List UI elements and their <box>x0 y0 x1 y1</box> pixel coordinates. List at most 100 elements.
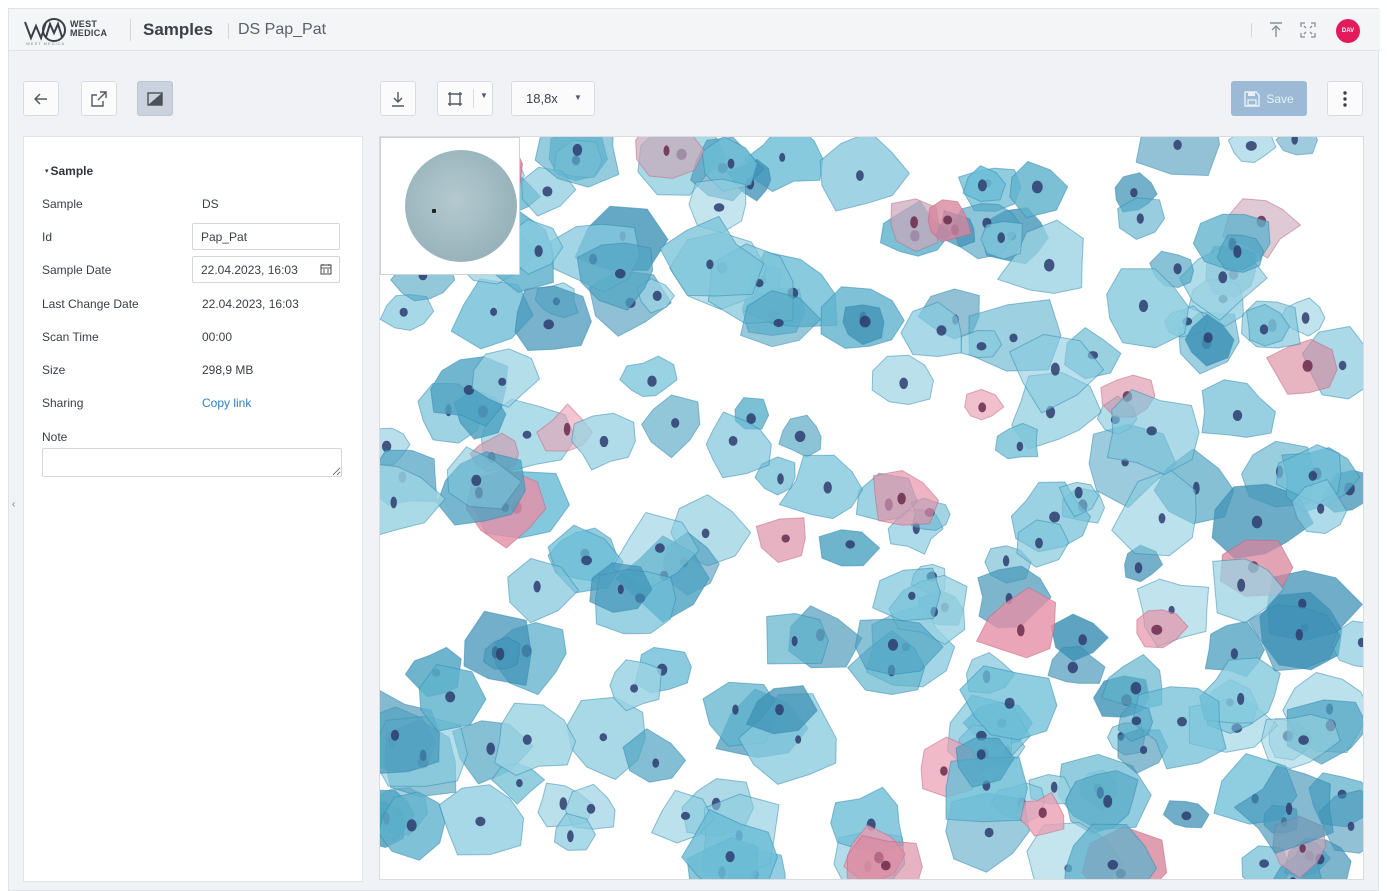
cell-nucleus <box>655 543 665 553</box>
cell-nucleus <box>908 591 916 600</box>
download-button[interactable] <box>380 81 416 116</box>
pin-top-icon[interactable] <box>1265 19 1287 41</box>
calendar-icon[interactable] <box>320 263 332 275</box>
cell-nucleus <box>1295 629 1303 641</box>
cell-nucleus <box>445 691 456 703</box>
copy-link[interactable]: Copy link <box>202 396 251 410</box>
cell-nucleus <box>1302 360 1313 372</box>
cell-nucleus <box>881 860 891 871</box>
cell-nucleus <box>1146 426 1157 436</box>
label-scan-time: Scan Time <box>42 330 99 344</box>
cell-nucleus <box>534 245 543 257</box>
cell-nucleus <box>1158 513 1166 524</box>
divider <box>228 23 229 39</box>
cell-nucleus <box>1138 299 1149 313</box>
cell-nucleus <box>516 779 523 788</box>
cell-nucleus <box>1301 312 1310 324</box>
cell <box>514 285 592 351</box>
sample-date-value: 22.04.2023, 16:03 <box>201 263 298 277</box>
cell-nucleus <box>617 584 624 595</box>
value-sample: DS <box>202 197 219 211</box>
note-textarea[interactable] <box>42 448 342 477</box>
cell-nucleus <box>671 418 680 428</box>
cell-nucleus <box>652 290 662 301</box>
cell-nucleus <box>1017 624 1025 637</box>
cell-nucleus <box>910 216 918 229</box>
cell-nucleus <box>543 319 554 330</box>
cell-nucleus <box>1130 681 1142 695</box>
cell-nucleus <box>887 638 899 651</box>
cell-nucleus <box>390 496 397 509</box>
cell-nucleus <box>1232 410 1243 421</box>
label-id: Id <box>42 230 53 244</box>
cell-nucleus <box>563 422 571 436</box>
cell-nucleus <box>572 143 583 156</box>
brand-sub: WEST MEDICA <box>26 41 66 46</box>
cell-nucleus <box>1259 324 1269 335</box>
slide-overview-thumbnail <box>405 150 517 262</box>
cell-nucleus <box>1130 188 1138 198</box>
value-last-change-date: 22.04.2023, 16:03 <box>202 297 299 311</box>
label-last-change-date: Last Change Date <box>42 297 139 311</box>
cell-nucleus <box>1140 745 1148 755</box>
chevron-down-icon: ▼ <box>480 91 488 100</box>
cell-nucleus <box>940 766 948 776</box>
cell-nucleus <box>630 684 639 693</box>
external-link-icon <box>91 90 107 107</box>
open-external-button[interactable] <box>81 81 117 116</box>
cell-nucleus <box>1298 735 1309 745</box>
cell-nucleus <box>1237 692 1245 705</box>
sample-date-field[interactable]: 22.04.2023, 16:03 <box>192 256 340 283</box>
cell-nucleus <box>1347 821 1355 832</box>
cell-nucleus <box>1134 562 1143 574</box>
image-panel-icon <box>147 91 163 106</box>
label-sharing: Sharing <box>42 396 84 410</box>
microscopy-image <box>380 137 1363 879</box>
more-options-button[interactable] <box>1327 81 1363 116</box>
cell-nucleus <box>1038 807 1047 819</box>
cell <box>766 613 829 665</box>
label-sample-date: Sample Date <box>42 263 112 277</box>
cell-nucleus <box>475 816 486 827</box>
id-field[interactable]: Pap_Pat <box>192 223 340 250</box>
cell-nucleus <box>498 377 507 386</box>
cell-nucleus <box>984 827 994 838</box>
cell-nucleus <box>781 534 790 543</box>
cell <box>755 517 806 563</box>
cell-nucleus <box>1049 511 1060 523</box>
back-button[interactable] <box>23 81 59 116</box>
cell-nucleus <box>1107 859 1119 870</box>
panel-collapse-handle[interactable]: ‹ <box>12 499 15 510</box>
selection-tool-dropdown[interactable]: ▼ <box>437 81 493 116</box>
slide-viewer[interactable] <box>379 136 1364 880</box>
cell-nucleus <box>1151 624 1163 635</box>
cell <box>494 702 577 776</box>
cell-nucleus <box>615 268 626 279</box>
cell-nucleus <box>406 819 417 832</box>
cell-nucleus <box>1245 141 1257 151</box>
brand-name: WEST MEDICA <box>70 19 108 38</box>
brand-logo[interactable]: WEST MEDICA WEST MEDICA <box>23 17 123 46</box>
toggle-panel-button[interactable] <box>137 81 173 116</box>
section-header-sample[interactable]: ▾ Sample <box>45 164 93 178</box>
cell-nucleus <box>1044 258 1055 272</box>
fullscreen-icon[interactable] <box>1297 19 1319 41</box>
user-avatar[interactable]: DAV <box>1336 19 1360 43</box>
cell-nucleus <box>1285 802 1293 815</box>
cell-nucleus <box>680 811 691 820</box>
breadcrumb-samples[interactable]: Samples <box>143 20 213 40</box>
save-button[interactable]: Save <box>1231 81 1307 116</box>
cell-nucleus <box>727 158 735 169</box>
zoom-dropdown[interactable]: 18,8x ▼ <box>511 81 595 116</box>
slide-minimap[interactable] <box>380 137 520 275</box>
cell-nucleus <box>1131 716 1142 726</box>
cell-nucleus <box>1004 697 1015 709</box>
cell-nucleus <box>522 430 532 439</box>
cell-nucleus <box>647 375 657 387</box>
download-icon <box>392 91 404 107</box>
cell-nucleus <box>1016 441 1024 452</box>
cell-nucleus <box>542 186 553 197</box>
cell-nucleus <box>1251 515 1263 529</box>
cell-nucleus <box>791 636 798 647</box>
cell-nucleus <box>899 377 908 389</box>
